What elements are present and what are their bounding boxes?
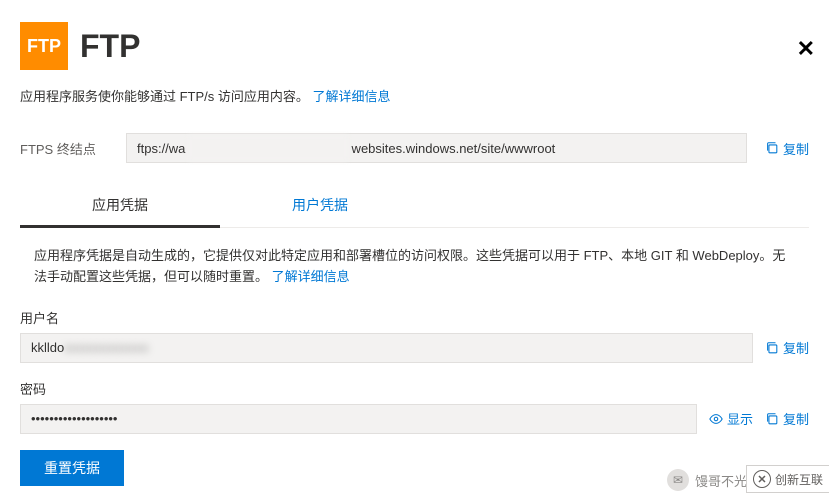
- masked-region: [188, 135, 348, 161]
- page-title: FTP: [80, 28, 140, 65]
- ftps-endpoint-label: FTPS 终结点: [20, 139, 108, 158]
- tab-app-credentials[interactable]: 应用凭据: [20, 185, 220, 227]
- copy-username-button[interactable]: 复制: [765, 338, 809, 357]
- password-input[interactable]: [20, 404, 697, 434]
- copy-endpoint-button[interactable]: 复制: [765, 139, 809, 158]
- tab-user-credentials[interactable]: 用户凭据: [220, 185, 420, 227]
- username-label: 用户名: [0, 294, 829, 331]
- learn-more-link[interactable]: 了解详细信息: [313, 89, 391, 104]
- subtitle-text: 应用程序服务使你能够通过 FTP/s 访问应用内容。 了解详细信息: [0, 78, 829, 121]
- copy-password-button[interactable]: 复制: [765, 409, 809, 428]
- close-button[interactable]: ✕: [797, 36, 815, 62]
- learn-more-credentials-link[interactable]: 了解详细信息: [272, 269, 350, 284]
- ftp-logo-icon: FTP: [20, 22, 68, 70]
- copy-icon: [765, 341, 779, 355]
- brand-badge: ✕ 创新互联: [746, 465, 829, 493]
- brand-x-icon: ✕: [753, 470, 771, 488]
- copy-icon: [765, 141, 779, 155]
- tab-description: 应用程序凭据是自动生成的，它提供仅对此特定应用和部署槽位的访问权限。这些凭据可以…: [0, 228, 829, 294]
- copy-icon: [765, 412, 779, 426]
- eye-icon: [709, 412, 723, 426]
- show-password-button[interactable]: 显示: [709, 409, 753, 428]
- credentials-tabs: 应用凭据 用户凭据: [20, 185, 809, 228]
- reset-credentials-button[interactable]: 重置凭据: [20, 450, 124, 486]
- username-input[interactable]: kklldoxxxxxxxxxxxxx: [20, 333, 753, 363]
- password-label: 密码: [0, 365, 829, 402]
- wechat-icon: ✉: [667, 469, 689, 491]
